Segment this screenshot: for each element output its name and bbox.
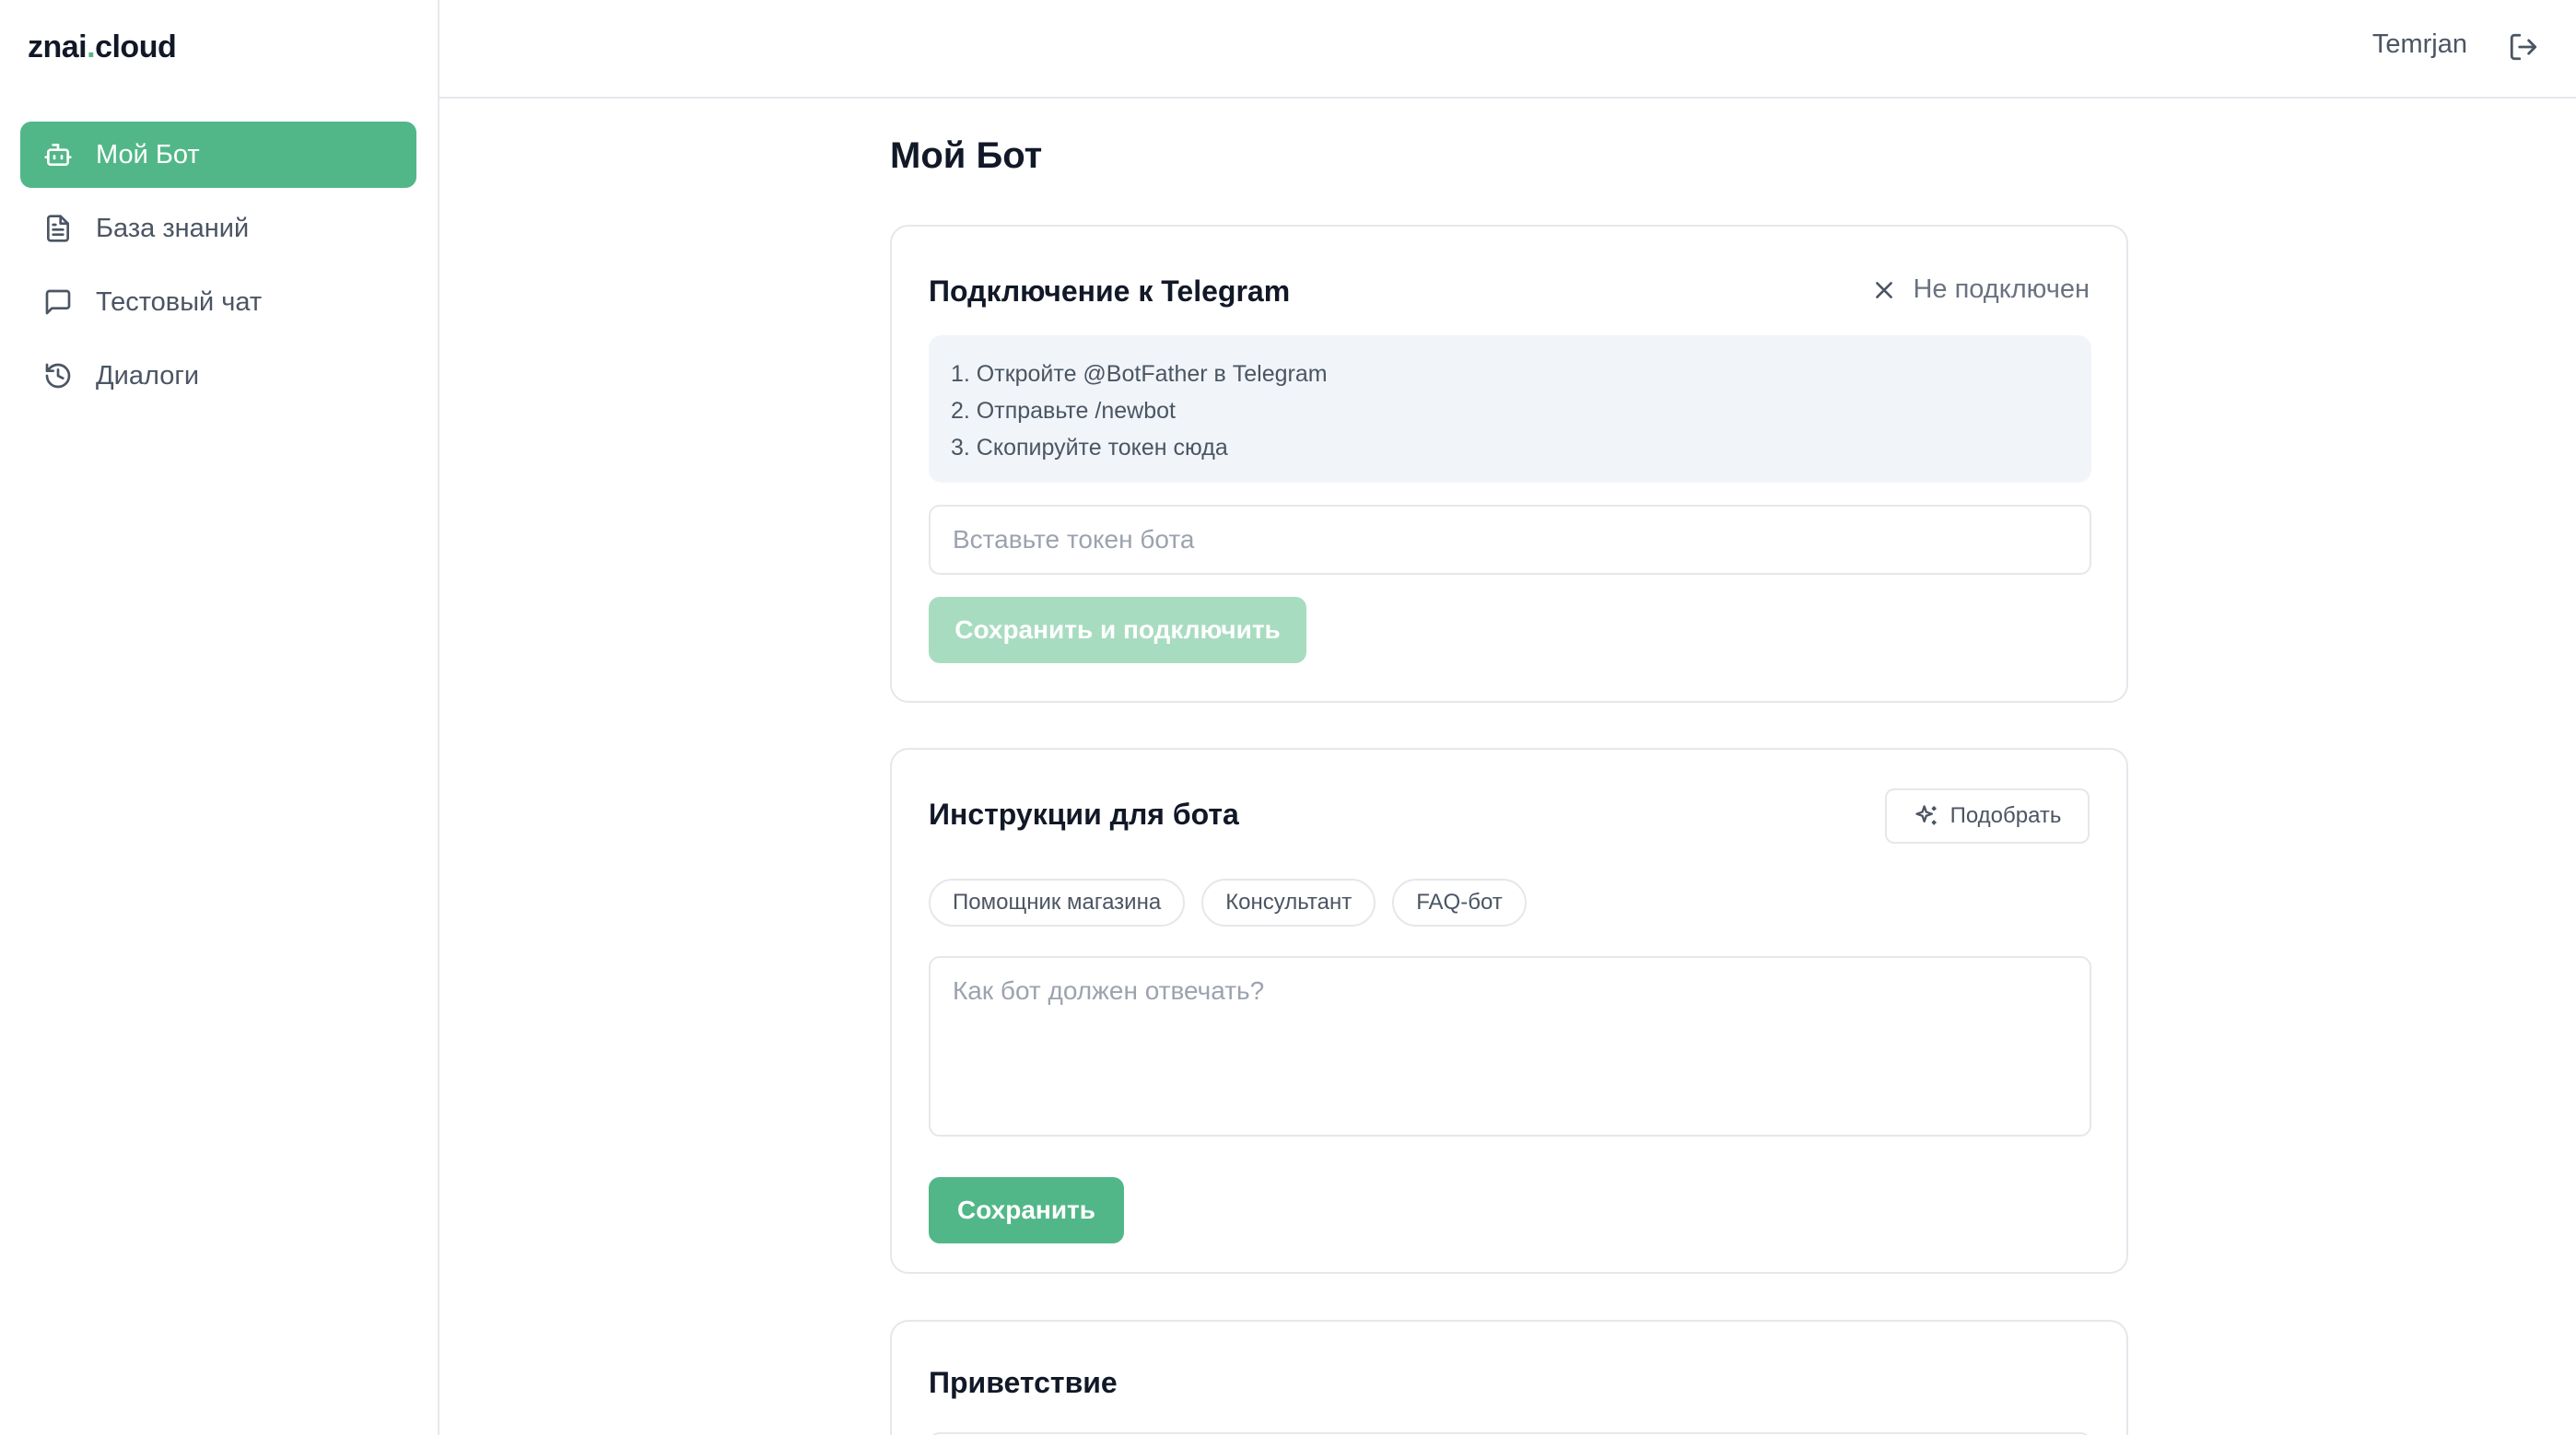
step-item: 1. Откройте @BotFather в Telegram xyxy=(951,361,1328,387)
greeting-card: Приветствие xyxy=(890,1320,2128,1435)
brand-name-part1: znai xyxy=(28,29,88,64)
page-title: Мой Бот xyxy=(890,135,1043,176)
history-icon xyxy=(42,360,74,391)
sidebar-item-dialogs[interactable]: Диалоги xyxy=(20,343,416,409)
step-item: 3. Скопируйте токен сюда xyxy=(951,435,1228,461)
sidebar: znai. cloud Мой Бот База знаний Тестовый … xyxy=(0,0,439,1435)
greeting-card-title: Приветствие xyxy=(929,1366,1118,1399)
brand-dot: . xyxy=(87,29,96,64)
sparkles-icon xyxy=(1914,805,1937,825)
top-header: Temrjan xyxy=(439,0,2576,99)
pick-template-button[interactable]: Подобрать xyxy=(1885,788,2090,844)
user-name[interactable]: Temrjan xyxy=(2372,29,2467,60)
sidebar-item-my-bot[interactable]: Мой Бот xyxy=(20,122,416,188)
template-chips: Помощник магазина Консультант FAQ-бот xyxy=(929,879,1543,927)
step-item: 2. Отправьте /newbot xyxy=(951,398,1176,424)
sidebar-item-label: Мой Бот xyxy=(96,139,200,169)
sidebar-item-label: Диалоги xyxy=(96,360,200,391)
sidebar-item-label: База знаний xyxy=(96,213,250,243)
save-button[interactable]: Сохранить xyxy=(929,1177,1124,1243)
connection-status-label: Не подключен xyxy=(1913,274,2090,304)
telegram-connection-card: Подключение к Telegram Не подключен 1. О… xyxy=(890,225,2128,703)
save-and-connect-button[interactable]: Сохранить и подключить xyxy=(929,597,1306,663)
brand-name-part2: cloud xyxy=(95,29,177,64)
telegram-steps: 1. Откройте @BotFather в Telegram 2. Отп… xyxy=(929,335,2091,483)
bot-icon xyxy=(42,139,74,170)
close-icon xyxy=(1876,281,1893,298)
brand-logo[interactable]: znai. cloud xyxy=(28,28,177,66)
sidebar-item-label: Тестовый чат xyxy=(96,286,263,317)
main-content: Мой Бот Подключение к Telegram Не подклю… xyxy=(890,99,2128,1435)
sidebar-nav: Мой Бот База знаний Тестовый чат Диалоги xyxy=(20,122,416,416)
sidebar-item-test-chat[interactable]: Тестовый чат xyxy=(20,269,416,335)
chip-consultant[interactable]: Консультант xyxy=(1201,879,1376,927)
chip-faq-bot[interactable]: FAQ-бот xyxy=(1392,879,1527,927)
document-icon xyxy=(42,213,74,244)
bot-token-input[interactable] xyxy=(929,505,2091,575)
chip-shop-assistant[interactable]: Помощник магазина xyxy=(929,879,1186,927)
connection-status: Не подключен xyxy=(1872,274,2090,305)
logout-icon[interactable] xyxy=(2508,31,2539,63)
bot-instructions-card: Инструкции для бота Подобрать Помощник м… xyxy=(890,748,2128,1274)
chat-bubble-icon xyxy=(42,286,74,318)
instructions-card-title: Инструкции для бота xyxy=(929,798,1239,831)
sidebar-item-knowledge-base[interactable]: База знаний xyxy=(20,195,416,262)
app-root: znai. cloud Мой Бот База знаний Тестовый … xyxy=(0,0,2576,1435)
telegram-card-title: Подключение к Telegram xyxy=(929,274,1291,308)
pick-template-label: Подобрать xyxy=(1950,803,2062,828)
instructions-textarea[interactable] xyxy=(929,956,2091,1137)
